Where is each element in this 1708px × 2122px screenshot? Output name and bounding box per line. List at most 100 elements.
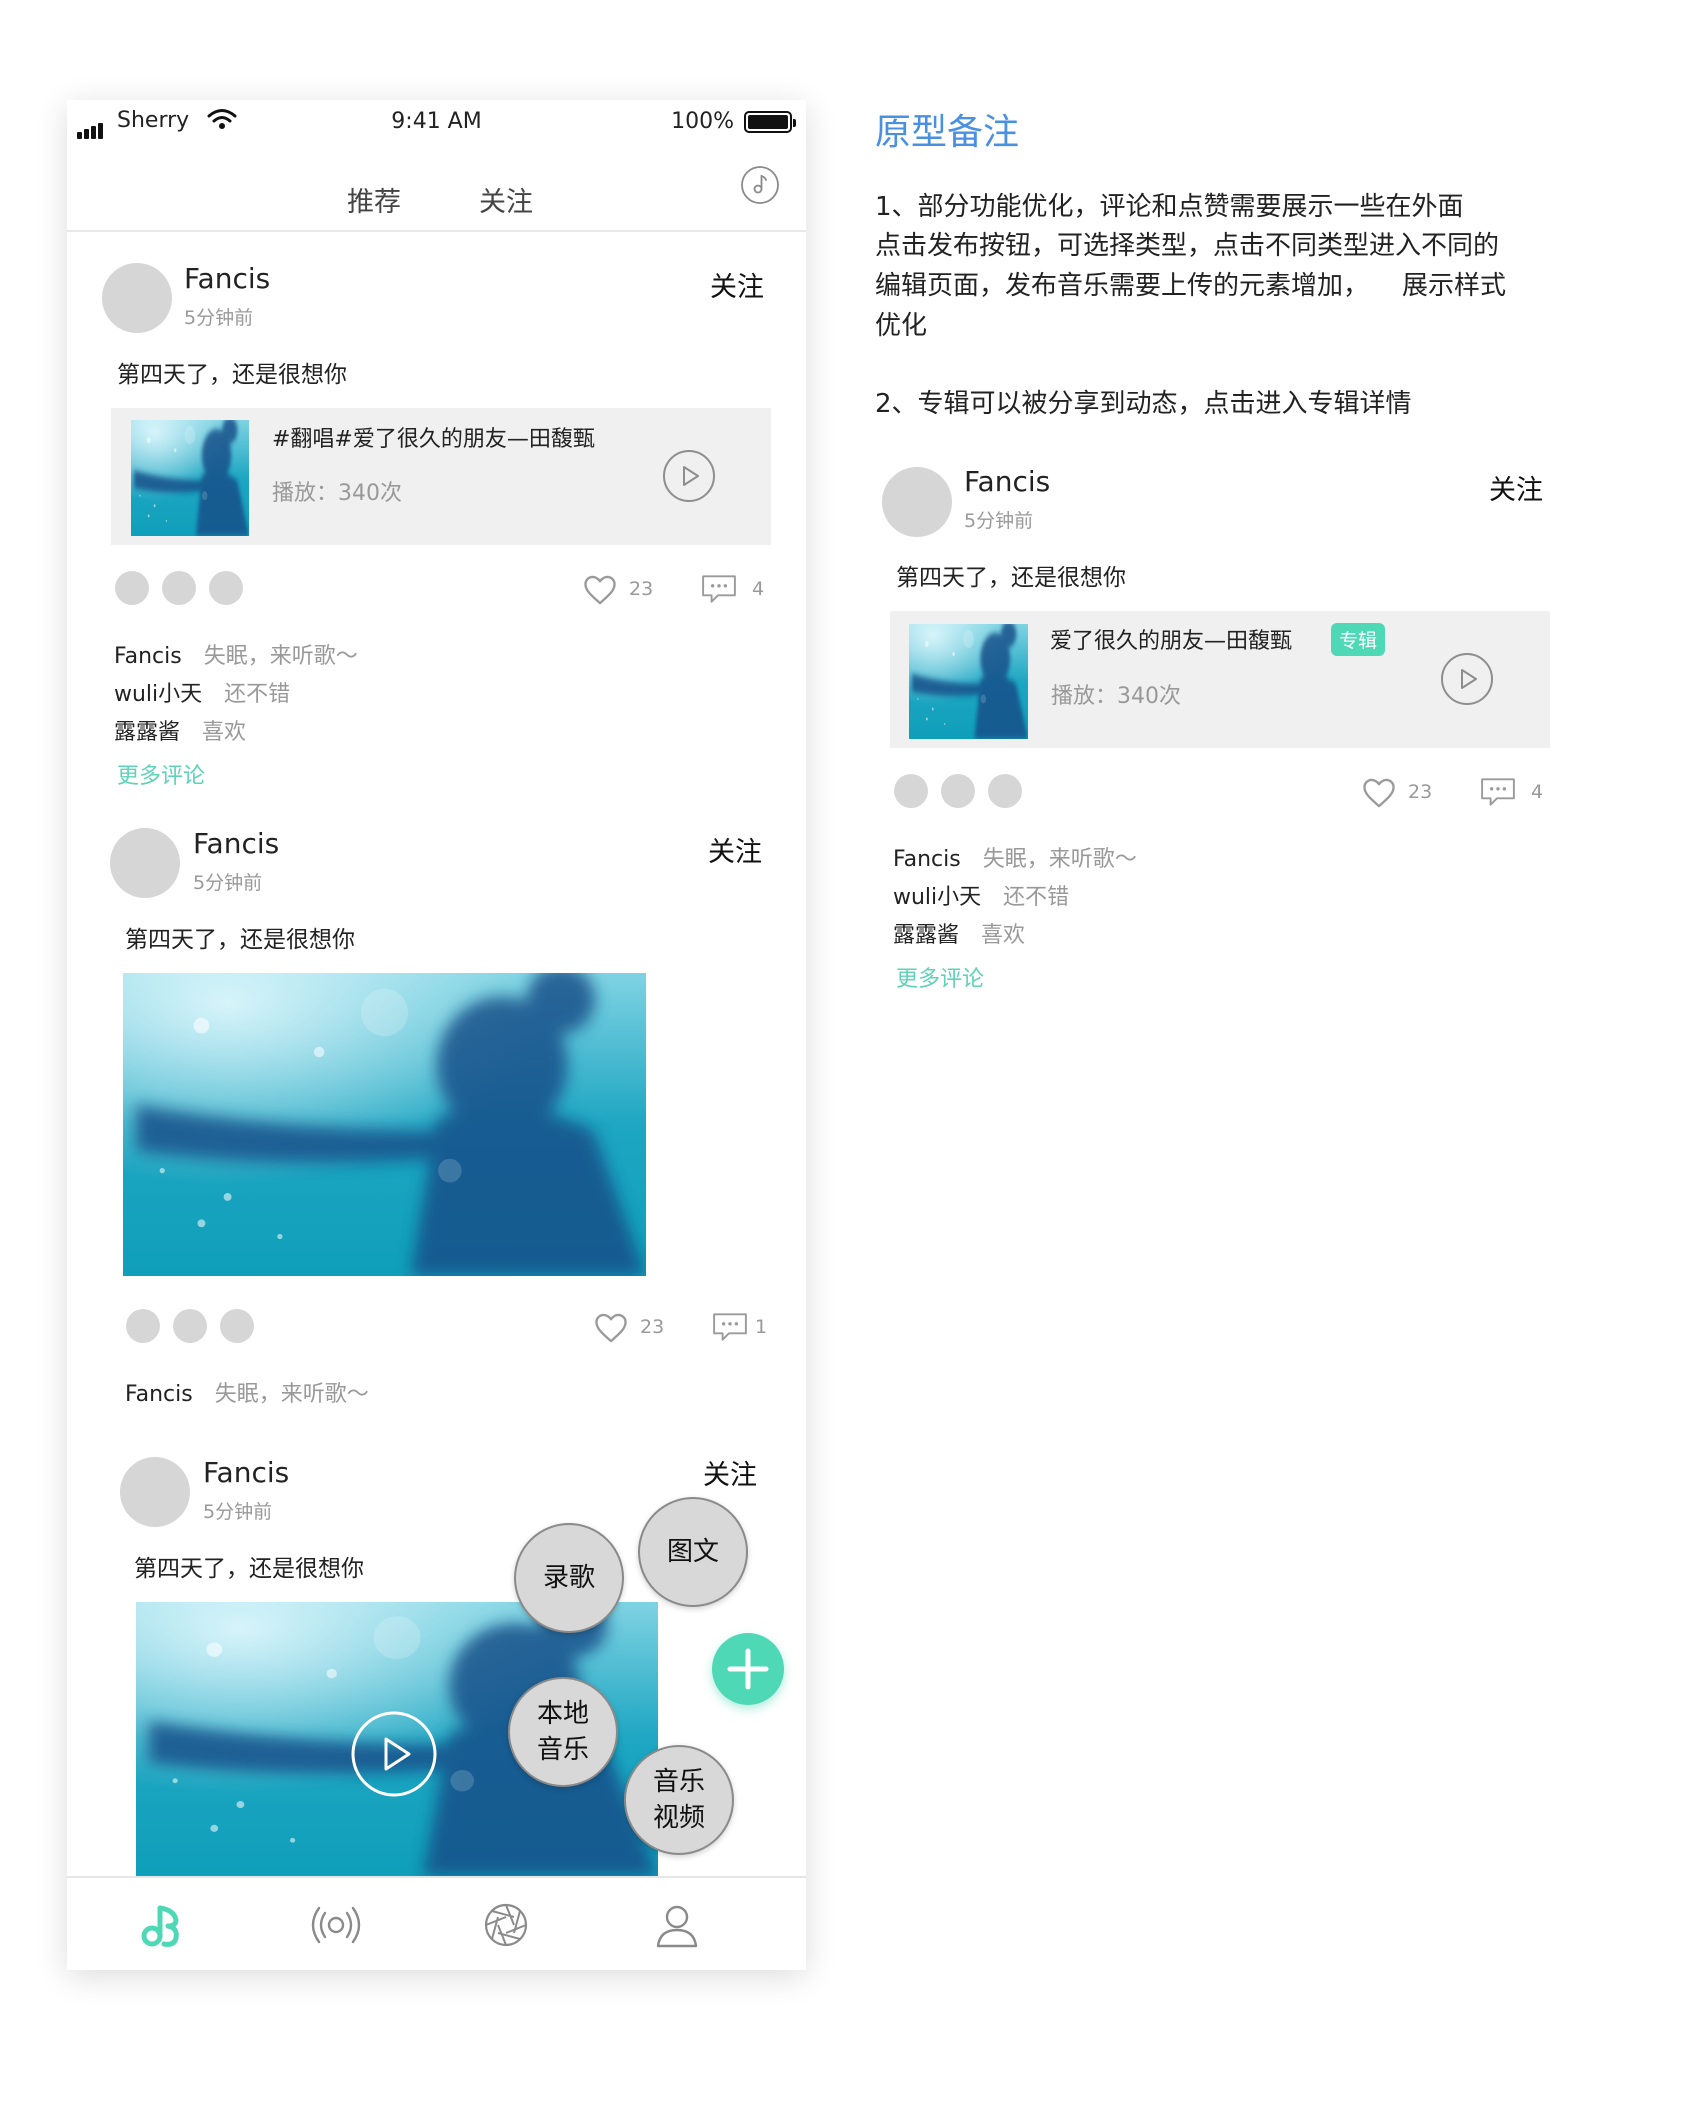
post-time: 5分钟前	[184, 307, 254, 329]
status-bar: Sherry 9:41 AM 100%	[67, 100, 806, 142]
publish-fab-button[interactable]	[712, 1633, 784, 1705]
comment-row: 露露酱 喜欢	[893, 917, 1025, 949]
post-username[interactable]: Fancis	[184, 262, 270, 295]
heart-icon[interactable]	[582, 574, 618, 606]
music-note-icon[interactable]	[138, 1900, 188, 1950]
comment-author[interactable]: Fancis	[114, 644, 182, 669]
more-comments-link[interactable]: 更多评论	[117, 758, 205, 790]
profile-icon[interactable]	[652, 1900, 702, 1950]
comment-icon[interactable]	[712, 1312, 748, 1342]
music-disc-icon[interactable]	[740, 165, 780, 205]
comment-body: 喜欢	[202, 720, 247, 745]
tab-recommend[interactable]: 推荐	[347, 180, 401, 219]
comment-body: 喜欢	[981, 923, 1026, 948]
comment-author[interactable]: wuli小天	[114, 682, 202, 707]
comment-row: Fancis 失眠，来听歌～	[893, 841, 1137, 873]
post-time: 5分钟前	[964, 510, 1034, 532]
post-time: 5分钟前	[193, 872, 263, 894]
tab-following[interactable]: 关注	[479, 180, 533, 219]
liker-avatars	[894, 774, 1035, 812]
play-icon[interactable]	[661, 448, 717, 504]
bubble-label: 录歌	[542, 1562, 595, 1593]
bubble-label: 音乐 视频	[652, 1766, 705, 1833]
comment-count: 1	[755, 1316, 768, 1338]
post-username[interactable]: Fancis	[964, 465, 1050, 498]
phone-screen: Sherry 9:41 AM 100% 推荐 关注 Fancis 5分钟前 关注…	[67, 100, 806, 1970]
like-count: 23	[629, 578, 654, 600]
video-play-icon[interactable]	[349, 1709, 439, 1799]
comment-body: 还不错	[1003, 885, 1070, 910]
comment-body: 失眠，来听歌～	[982, 847, 1137, 872]
note-line: 点击发布按钮，可选择类型，点击不同类型进入不同的	[875, 231, 1500, 261]
album-cover	[909, 624, 1028, 739]
aperture-icon[interactable]	[481, 1900, 531, 1950]
like-count: 23	[640, 1316, 665, 1338]
note-line: 编辑页面，发布音乐需要上传的元素增加， 展示样式	[875, 271, 1507, 301]
comment-count: 4	[752, 578, 765, 600]
notes-title: 原型备注	[875, 112, 1020, 153]
more-comments-link[interactable]: 更多评论	[896, 961, 984, 993]
follow-button[interactable]: 关注	[710, 265, 764, 304]
comment-icon[interactable]	[701, 574, 737, 604]
comment-author[interactable]: Fancis	[125, 1382, 193, 1407]
post-text: 第四天了，还是很想你	[117, 362, 347, 388]
note-line: 1、部分功能优化，评论和点赞需要展示一些在外面	[875, 192, 1464, 222]
bottom-tab-bar	[67, 1876, 806, 1970]
heart-icon[interactable]	[593, 1312, 629, 1344]
publish-local-music-button[interactable]: 本地 音乐	[508, 1677, 618, 1787]
comment-author[interactable]: Fancis	[893, 847, 961, 872]
play-count: 播放：340次	[272, 481, 402, 506]
like-count: 23	[1408, 781, 1433, 803]
broadcast-icon[interactable]	[311, 1900, 361, 1950]
avatar[interactable]	[110, 828, 180, 898]
publish-music-video-button[interactable]: 音乐 视频	[624, 1745, 734, 1855]
post-username[interactable]: Fancis	[203, 1456, 289, 1489]
comment-count: 4	[1531, 781, 1544, 803]
follow-button[interactable]: 关注	[703, 1453, 757, 1492]
music-cover	[131, 420, 249, 536]
note-line: 优化	[875, 311, 928, 341]
comment-author[interactable]: 露露酱	[893, 923, 959, 948]
comment-row: wuli小天 还不错	[114, 676, 290, 708]
post-time: 5分钟前	[203, 1501, 273, 1523]
avatar[interactable]	[102, 263, 172, 333]
comment-body: 还不错	[224, 682, 291, 707]
top-nav: 推荐 关注	[67, 160, 806, 232]
comment-body: 失眠，来听歌～	[214, 1382, 369, 1407]
comment-row: wuli小天 还不错	[893, 879, 1069, 911]
album-tag-badge: 专辑	[1331, 623, 1386, 656]
play-count: 播放：340次	[1051, 684, 1181, 709]
follow-button[interactable]: 关注	[708, 830, 762, 869]
post-text: 第四天了，还是很想你	[896, 565, 1126, 591]
music-card[interactable]: #翻唱#爱了很久的朋友—田馥甄 播放：340次	[111, 408, 771, 545]
battery-percent: 100%	[671, 109, 734, 134]
comment-row: Fancis 失眠，来听歌～	[114, 638, 358, 670]
comment-row: Fancis 失眠，来听歌～	[125, 1376, 369, 1408]
post-text: 第四天了，还是很想你	[125, 927, 355, 953]
avatar[interactable]	[120, 1457, 190, 1527]
post-username[interactable]: Fancis	[193, 827, 279, 860]
music-title: #翻唱#爱了很久的朋友—田馥甄	[272, 427, 595, 452]
publish-image-text-button[interactable]: 图文	[638, 1497, 748, 1607]
avatar[interactable]	[882, 467, 952, 537]
comment-author[interactable]: 露露酱	[114, 720, 180, 745]
note-line: 2、专辑可以被分享到动态，点击进入专辑详情	[875, 389, 1412, 419]
comment-icon[interactable]	[1480, 777, 1516, 807]
post-photo[interactable]	[123, 973, 646, 1276]
liker-avatars	[126, 1309, 267, 1347]
comment-body: 失眠，来听歌～	[203, 644, 358, 669]
comment-author[interactable]: wuli小天	[893, 885, 981, 910]
battery-icon	[744, 111, 796, 133]
play-icon[interactable]	[1439, 651, 1495, 707]
heart-icon[interactable]	[1361, 777, 1397, 809]
bubble-label: 本地 音乐	[536, 1698, 589, 1765]
bubble-label: 图文	[666, 1536, 719, 1567]
follow-button[interactable]: 关注	[1489, 468, 1543, 507]
comment-row: 露露酱 喜欢	[114, 714, 246, 746]
album-title: 爱了很久的朋友—田馥甄	[1050, 629, 1293, 654]
publish-record-song-button[interactable]: 录歌	[514, 1523, 624, 1633]
post-text: 第四天了，还是很想你	[134, 1556, 364, 1582]
liker-avatars	[115, 571, 256, 609]
plus-icon	[727, 1648, 769, 1690]
album-card[interactable]: 爱了很久的朋友—田馥甄 专辑 播放：340次	[890, 611, 1550, 748]
